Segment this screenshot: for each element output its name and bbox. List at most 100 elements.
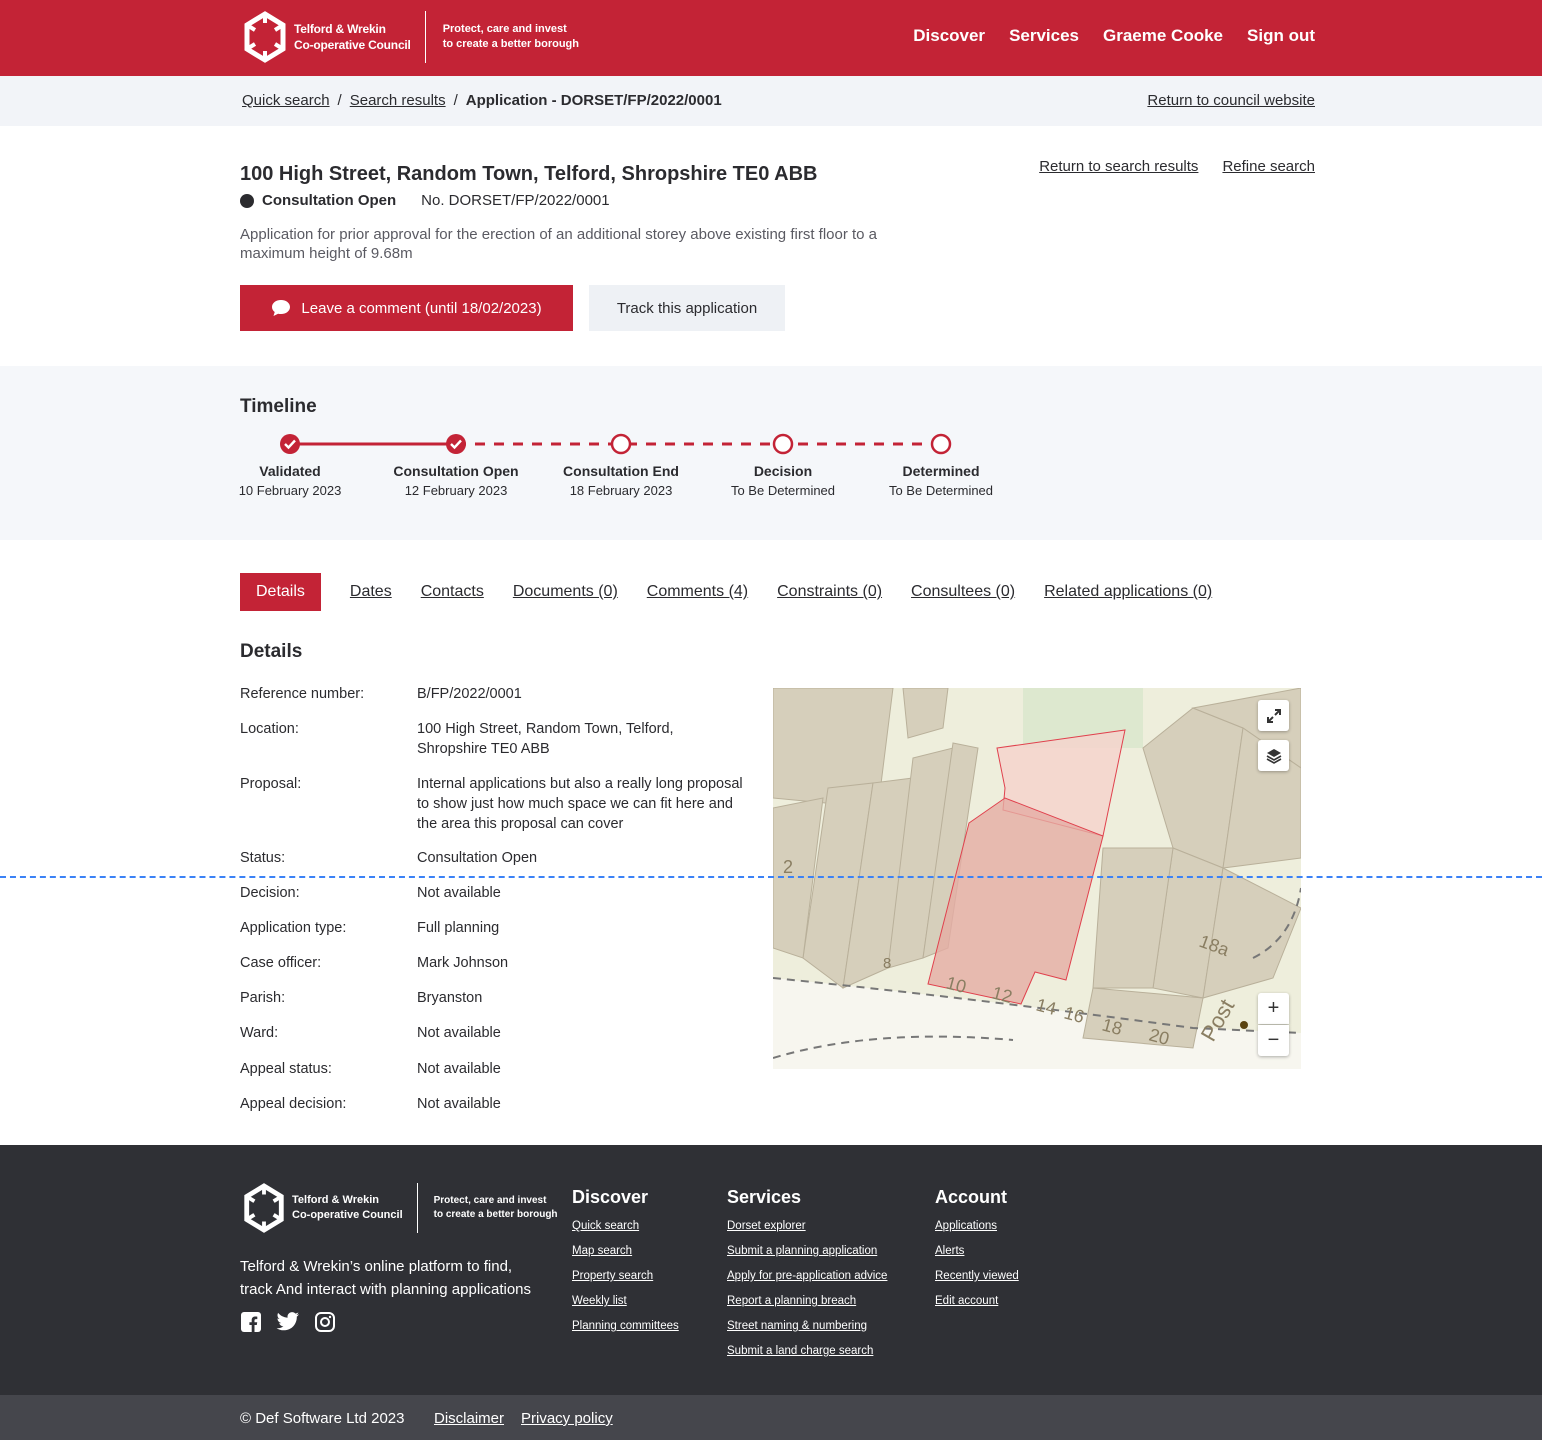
expand-icon [1266, 708, 1281, 723]
detail-row-location: Location: 100 High Street, Random Town, … [240, 719, 697, 759]
footer-link-alerts[interactable]: Alerts [935, 1244, 1019, 1259]
map-fullscreen-button[interactable] [1258, 700, 1289, 731]
footer-logo-text: Telford & Wrekin Co-operative Council [292, 1194, 403, 1221]
footer-link-map-search[interactable]: Map search [572, 1244, 679, 1259]
footer-logo[interactable]: Telford & Wrekin Co-operative Council Pr… [240, 1183, 558, 1233]
page-title: 100 High Street, Random Town, Telford, S… [240, 163, 818, 185]
footer-link-pre-application-advice[interactable]: Apply for pre-application advice [727, 1269, 887, 1284]
copyright-bar: © Def Software Ltd 2023 Disclaimer Priva… [0, 1395, 1542, 1440]
detail-value: 100 High Street, Random Town, Telford, S… [417, 721, 674, 757]
timeline-step-date: 18 February 2023 [569, 483, 673, 498]
footer-logo-divider [416, 1183, 418, 1233]
timeline-step-label: Consultation End [563, 463, 679, 479]
footer-link-street-naming[interactable]: Street naming & numbering [727, 1319, 887, 1334]
application-number: No. DORSET/FP/2022/0001 [421, 192, 610, 209]
zoom-in-button[interactable]: + [1258, 993, 1289, 1024]
detail-value: Mark Johnson [417, 955, 509, 971]
breadcrumb-search-results[interactable]: Search results [350, 92, 446, 109]
zoom-out-button[interactable]: − [1258, 1025, 1289, 1056]
logo-text: Telford & Wrekin Co-operative Council [294, 22, 411, 52]
council-logo[interactable]: Telford & Wrekin Co-operative Council Pr… [240, 10, 579, 64]
tab-contacts[interactable]: Contacts [421, 583, 484, 601]
footer-link-dorset-explorer[interactable]: Dorset explorer [727, 1219, 887, 1234]
layers-icon [1266, 748, 1281, 764]
fold-guide-line [0, 876, 1542, 878]
track-application-button[interactable]: Track this application [589, 285, 785, 331]
detail-row-decision: Decision: Not available [240, 883, 747, 903]
footer-link-property-search[interactable]: Property search [572, 1269, 679, 1284]
nav-sign-out[interactable]: Sign out [1247, 26, 1315, 46]
leave-comment-button[interactable]: Leave a comment (until 18/02/2023) [240, 285, 573, 331]
tab-comments[interactable]: Comments (4) [647, 583, 748, 601]
nav-user-account[interactable]: Graeme Cooke [1103, 26, 1223, 46]
leave-comment-label: Leave a comment (until 18/02/2023) [301, 299, 542, 317]
footer-column-title: Account [935, 1187, 1007, 1207]
facebook-icon[interactable] [240, 1311, 262, 1333]
detail-row-parish: Parish: Bryanston [240, 988, 747, 1008]
disclaimer-link[interactable]: Disclaimer [434, 1410, 504, 1427]
footer-column-account: Account Applications Alerts Recently vie… [935, 1187, 1019, 1319]
detail-key: Appeal decision: [240, 1096, 347, 1112]
breadcrumb-quick-search[interactable]: Quick search [242, 92, 330, 109]
detail-key: Case officer: [240, 955, 322, 971]
footer-description: Telford & Wrekin’s online platform to fi… [240, 1258, 532, 1298]
detail-row-appeal-status: Appeal status: Not available [240, 1059, 747, 1079]
map-tiles: 2 8 10 12 14 16 18 20 18a Post [773, 688, 1301, 1069]
tab-consultees[interactable]: Consultees (0) [911, 583, 1015, 601]
timeline-step-label: Validated [259, 463, 321, 479]
timeline-node-decision [772, 433, 794, 455]
footer-link-applications[interactable]: Applications [935, 1219, 1019, 1234]
footer-link-land-charge-search[interactable]: Submit a land charge search [727, 1344, 887, 1359]
detail-value: Consultation Open [417, 850, 538, 866]
breadcrumb-separator: / [337, 92, 342, 109]
copyright-text: © Def Software Ltd 2023 [240, 1410, 405, 1427]
detail-key: Ward: [240, 1025, 279, 1041]
footer-column-title: Discover [572, 1187, 649, 1207]
footer-link-quick-search[interactable]: Quick search [572, 1219, 679, 1234]
return-to-council-link[interactable]: Return to council website [1147, 92, 1315, 109]
timeline-step: Consultation Open 12 February 2023 [376, 463, 536, 498]
site-map[interactable]: 2 8 10 12 14 16 18 20 18a Post + − [773, 688, 1301, 1069]
timeline-step-date: 10 February 2023 [238, 483, 342, 498]
instagram-icon[interactable] [314, 1311, 336, 1333]
main-nav: Discover Services Graeme Cooke Sign out [913, 26, 1315, 46]
status-line: Consultation Open No. DORSET/FP/2022/000… [240, 192, 610, 209]
return-to-search-results-link[interactable]: Return to search results [1039, 158, 1198, 175]
timeline-step: Consultation End 18 February 2023 [541, 463, 701, 498]
timeline-step: Decision To Be Determined [703, 463, 863, 498]
tab-constraints[interactable]: Constraints (0) [777, 583, 882, 601]
footer-link-recently-viewed[interactable]: Recently viewed [935, 1269, 1019, 1284]
detail-row-status: Status: Consultation Open [240, 848, 747, 868]
breadcrumb-separator: / [453, 92, 458, 109]
footer-column-services: Services Dorset explorer Submit a planni… [727, 1187, 887, 1369]
footer-link-planning-committees[interactable]: Planning committees [572, 1319, 679, 1334]
site-header: Telford & Wrekin Co-operative Council Pr… [0, 0, 1542, 76]
tab-related-applications[interactable]: Related applications (0) [1044, 583, 1212, 601]
detail-value: Not available [417, 885, 501, 901]
refine-search-link[interactable]: Refine search [1222, 158, 1315, 175]
twitter-icon[interactable] [276, 1311, 300, 1333]
map-label: 2 [783, 857, 793, 877]
detail-value: Internal applications but also a really … [417, 776, 743, 832]
detail-value: Not available [417, 1096, 501, 1112]
map-layers-button[interactable] [1258, 740, 1289, 771]
nav-discover[interactable]: Discover [913, 26, 985, 46]
tab-documents[interactable]: Documents (0) [513, 583, 618, 601]
application-description: Application for prior approval for the e… [240, 226, 878, 262]
footer-link-report-planning-breach[interactable]: Report a planning breach [727, 1294, 887, 1309]
detail-tabs: Details Dates Contacts Documents (0) Com… [240, 573, 1241, 611]
timeline-step-date: To Be Determined [730, 483, 836, 498]
nav-services[interactable]: Services [1009, 26, 1079, 46]
footer-link-submit-planning-application[interactable]: Submit a planning application [727, 1244, 887, 1259]
council-emblem-icon [244, 1183, 284, 1233]
detail-row-reference: Reference number: B/FP/2022/0001 [240, 684, 747, 704]
footer-link-weekly-list[interactable]: Weekly list [572, 1294, 679, 1309]
detail-row-appeal-decision: Appeal decision: Not available [240, 1094, 747, 1114]
privacy-policy-link[interactable]: Privacy policy [521, 1410, 613, 1427]
timeline-track [280, 433, 952, 455]
timeline-step: Determined To Be Determined [861, 463, 1021, 498]
detail-key: Location: [240, 721, 299, 737]
footer-link-edit-account[interactable]: Edit account [935, 1294, 1019, 1309]
tab-dates[interactable]: Dates [350, 583, 392, 601]
tab-details[interactable]: Details [240, 573, 321, 611]
